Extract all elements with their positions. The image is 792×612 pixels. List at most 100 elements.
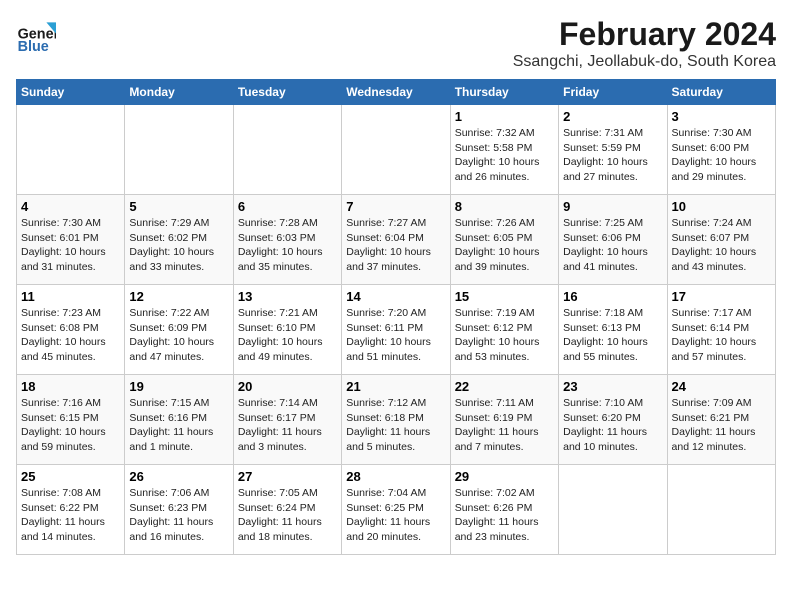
calendar-title-block: February 2024 Ssangchi, Jeollabuk-do, So… <box>513 16 776 71</box>
daylight-text: Daylight: 10 hours and 37 minutes. <box>346 246 431 273</box>
daylight-text: Daylight: 10 hours and 59 minutes. <box>21 426 106 453</box>
calendar-cell: 11 Sunrise: 7:23 AM Sunset: 6:08 PM Dayl… <box>17 285 125 375</box>
day-number: 8 <box>455 199 554 214</box>
col-friday: Friday <box>559 80 667 105</box>
sunset-text: Sunset: 6:15 PM <box>21 412 99 424</box>
calendar-cell: 1 Sunrise: 7:32 AM Sunset: 5:58 PM Dayli… <box>450 105 558 195</box>
sunrise-text: Sunrise: 7:27 AM <box>346 217 426 229</box>
col-sunday: Sunday <box>17 80 125 105</box>
daylight-text: Daylight: 10 hours and 31 minutes. <box>21 246 106 273</box>
sunset-text: Sunset: 6:00 PM <box>672 142 750 154</box>
sunset-text: Sunset: 6:05 PM <box>455 232 533 244</box>
day-number: 24 <box>672 379 771 394</box>
calendar-cell: 28 Sunrise: 7:04 AM Sunset: 6:25 PM Dayl… <box>342 465 450 555</box>
sunrise-text: Sunrise: 7:23 AM <box>21 307 101 319</box>
sunset-text: Sunset: 6:24 PM <box>238 502 316 514</box>
sunrise-text: Sunrise: 7:02 AM <box>455 487 535 499</box>
cell-content: Sunrise: 7:24 AM Sunset: 6:07 PM Dayligh… <box>672 216 771 275</box>
sunrise-text: Sunrise: 7:18 AM <box>563 307 643 319</box>
day-number: 1 <box>455 109 554 124</box>
calendar-cell: 12 Sunrise: 7:22 AM Sunset: 6:09 PM Dayl… <box>125 285 233 375</box>
day-number: 11 <box>21 289 120 304</box>
cell-content: Sunrise: 7:04 AM Sunset: 6:25 PM Dayligh… <box>346 486 445 545</box>
sunrise-text: Sunrise: 7:21 AM <box>238 307 318 319</box>
sunrise-text: Sunrise: 7:30 AM <box>21 217 101 229</box>
calendar-cell: 2 Sunrise: 7:31 AM Sunset: 5:59 PM Dayli… <box>559 105 667 195</box>
daylight-text: Daylight: 10 hours and 26 minutes. <box>455 156 540 183</box>
sunrise-text: Sunrise: 7:20 AM <box>346 307 426 319</box>
calendar-week-4: 18 Sunrise: 7:16 AM Sunset: 6:15 PM Dayl… <box>17 375 776 465</box>
calendar-cell: 3 Sunrise: 7:30 AM Sunset: 6:00 PM Dayli… <box>667 105 775 195</box>
daylight-text: Daylight: 10 hours and 27 minutes. <box>563 156 648 183</box>
daylight-text: Daylight: 11 hours and 16 minutes. <box>129 516 213 543</box>
sunrise-text: Sunrise: 7:25 AM <box>563 217 643 229</box>
calendar-week-5: 25 Sunrise: 7:08 AM Sunset: 6:22 PM Dayl… <box>17 465 776 555</box>
day-number: 6 <box>238 199 337 214</box>
day-number: 20 <box>238 379 337 394</box>
calendar-cell <box>342 105 450 195</box>
sunset-text: Sunset: 6:10 PM <box>238 322 316 334</box>
sunset-text: Sunset: 5:58 PM <box>455 142 533 154</box>
cell-content: Sunrise: 7:23 AM Sunset: 6:08 PM Dayligh… <box>21 306 120 365</box>
sunset-text: Sunset: 6:23 PM <box>129 502 207 514</box>
day-number: 5 <box>129 199 228 214</box>
cell-content: Sunrise: 7:32 AM Sunset: 5:58 PM Dayligh… <box>455 126 554 185</box>
calendar-cell: 6 Sunrise: 7:28 AM Sunset: 6:03 PM Dayli… <box>233 195 341 285</box>
calendar-cell: 14 Sunrise: 7:20 AM Sunset: 6:11 PM Dayl… <box>342 285 450 375</box>
sunrise-text: Sunrise: 7:04 AM <box>346 487 426 499</box>
sunrise-text: Sunrise: 7:16 AM <box>21 397 101 409</box>
sunset-text: Sunset: 6:22 PM <box>21 502 99 514</box>
calendar-subtitle: Ssangchi, Jeollabuk-do, South Korea <box>513 53 776 71</box>
sunset-text: Sunset: 6:13 PM <box>563 322 641 334</box>
calendar-cell: 5 Sunrise: 7:29 AM Sunset: 6:02 PM Dayli… <box>125 195 233 285</box>
calendar-week-1: 1 Sunrise: 7:32 AM Sunset: 5:58 PM Dayli… <box>17 105 776 195</box>
daylight-text: Daylight: 11 hours and 10 minutes. <box>563 426 647 453</box>
calendar-cell <box>667 465 775 555</box>
sunrise-text: Sunrise: 7:32 AM <box>455 127 535 139</box>
calendar-cell: 26 Sunrise: 7:06 AM Sunset: 6:23 PM Dayl… <box>125 465 233 555</box>
day-number: 28 <box>346 469 445 484</box>
cell-content: Sunrise: 7:16 AM Sunset: 6:15 PM Dayligh… <box>21 396 120 455</box>
cell-content: Sunrise: 7:17 AM Sunset: 6:14 PM Dayligh… <box>672 306 771 365</box>
sunset-text: Sunset: 6:02 PM <box>129 232 207 244</box>
cell-content: Sunrise: 7:02 AM Sunset: 6:26 PM Dayligh… <box>455 486 554 545</box>
cell-content: Sunrise: 7:06 AM Sunset: 6:23 PM Dayligh… <box>129 486 228 545</box>
cell-content: Sunrise: 7:30 AM Sunset: 6:01 PM Dayligh… <box>21 216 120 275</box>
cell-content: Sunrise: 7:05 AM Sunset: 6:24 PM Dayligh… <box>238 486 337 545</box>
sunrise-text: Sunrise: 7:19 AM <box>455 307 535 319</box>
daylight-text: Daylight: 10 hours and 57 minutes. <box>672 336 757 363</box>
calendar-cell: 4 Sunrise: 7:30 AM Sunset: 6:01 PM Dayli… <box>17 195 125 285</box>
cell-content: Sunrise: 7:29 AM Sunset: 6:02 PM Dayligh… <box>129 216 228 275</box>
cell-content: Sunrise: 7:14 AM Sunset: 6:17 PM Dayligh… <box>238 396 337 455</box>
sunset-text: Sunset: 6:14 PM <box>672 322 750 334</box>
daylight-text: Daylight: 10 hours and 29 minutes. <box>672 156 757 183</box>
cell-content: Sunrise: 7:11 AM Sunset: 6:19 PM Dayligh… <box>455 396 554 455</box>
cell-content: Sunrise: 7:08 AM Sunset: 6:22 PM Dayligh… <box>21 486 120 545</box>
day-number: 25 <box>21 469 120 484</box>
daylight-text: Daylight: 11 hours and 23 minutes. <box>455 516 539 543</box>
daylight-text: Daylight: 10 hours and 45 minutes. <box>21 336 106 363</box>
sunset-text: Sunset: 6:11 PM <box>346 322 423 334</box>
sunrise-text: Sunrise: 7:05 AM <box>238 487 318 499</box>
calendar-cell: 20 Sunrise: 7:14 AM Sunset: 6:17 PM Dayl… <box>233 375 341 465</box>
day-number: 2 <box>563 109 662 124</box>
calendar-cell <box>233 105 341 195</box>
daylight-text: Daylight: 10 hours and 39 minutes. <box>455 246 540 273</box>
cell-content: Sunrise: 7:12 AM Sunset: 6:18 PM Dayligh… <box>346 396 445 455</box>
calendar-cell: 18 Sunrise: 7:16 AM Sunset: 6:15 PM Dayl… <box>17 375 125 465</box>
cell-content: Sunrise: 7:22 AM Sunset: 6:09 PM Dayligh… <box>129 306 228 365</box>
calendar-cell: 29 Sunrise: 7:02 AM Sunset: 6:26 PM Dayl… <box>450 465 558 555</box>
sunrise-text: Sunrise: 7:11 AM <box>455 397 534 409</box>
day-number: 12 <box>129 289 228 304</box>
calendar-cell: 23 Sunrise: 7:10 AM Sunset: 6:20 PM Dayl… <box>559 375 667 465</box>
calendar-cell: 8 Sunrise: 7:26 AM Sunset: 6:05 PM Dayli… <box>450 195 558 285</box>
calendar-cell: 17 Sunrise: 7:17 AM Sunset: 6:14 PM Dayl… <box>667 285 775 375</box>
daylight-text: Daylight: 10 hours and 53 minutes. <box>455 336 540 363</box>
col-saturday: Saturday <box>667 80 775 105</box>
day-number: 26 <box>129 469 228 484</box>
sunrise-text: Sunrise: 7:12 AM <box>346 397 426 409</box>
day-number: 23 <box>563 379 662 394</box>
calendar-table: Sunday Monday Tuesday Wednesday Thursday… <box>16 79 776 555</box>
daylight-text: Daylight: 11 hours and 18 minutes. <box>238 516 322 543</box>
sunrise-text: Sunrise: 7:26 AM <box>455 217 535 229</box>
